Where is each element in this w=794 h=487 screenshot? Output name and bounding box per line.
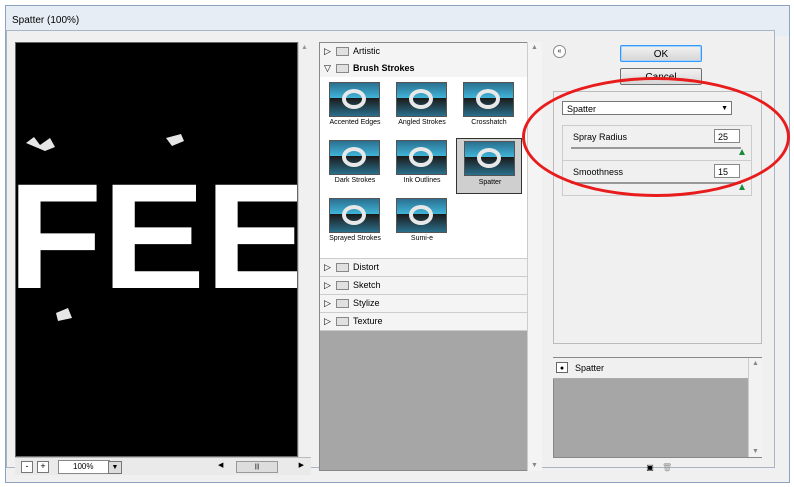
- expand-triangle-icon[interactable]: ▷: [324, 46, 331, 57]
- category-label: Distort: [353, 262, 380, 272]
- expand-triangle-icon[interactable]: ▷: [324, 316, 331, 327]
- expand-triangle-icon[interactable]: ▷: [324, 298, 331, 309]
- effect-layer-label: Spatter: [575, 363, 605, 373]
- preview-text: FEE: [16, 152, 298, 320]
- filter-thumb-accented-edges[interactable]: Accented Edges: [324, 82, 386, 132]
- filter-thumb-dark-strokes[interactable]: Dark Strokes: [324, 140, 386, 190]
- filter-preview-image: [396, 198, 447, 233]
- category-label: Sketch: [353, 280, 381, 290]
- category-label: Stylize: [353, 298, 380, 308]
- new-effect-layer-icon[interactable]: ▣: [645, 463, 655, 473]
- scroll-up-arrow-icon[interactable]: ▲: [752, 360, 759, 367]
- preview-canvas[interactable]: FEE: [15, 42, 298, 457]
- filter-thumb-sumi-e[interactable]: Sumi-e: [391, 198, 453, 248]
- layers-scrollbar[interactable]: ▲ ▼: [748, 358, 763, 457]
- zoom-in-button[interactable]: +: [37, 461, 49, 473]
- category-artistic[interactable]: ▷ Artistic: [320, 43, 527, 61]
- filter-thumb-label: Sumi-e: [410, 235, 434, 242]
- preview-image: FEE: [16, 43, 298, 456]
- filter-thumb-label: Crosshatch: [471, 119, 507, 126]
- zoom-level-field[interactable]: 100%: [58, 460, 110, 474]
- scroll-up-arrow-icon[interactable]: ▲: [301, 44, 308, 51]
- scroll-down-arrow-icon[interactable]: ▼: [531, 462, 538, 469]
- window-title: Spatter (100%): [12, 15, 80, 26]
- filter-thumb-spatter[interactable]: Spatter: [456, 138, 522, 194]
- collapse-triangle-icon[interactable]: ▽: [324, 63, 331, 74]
- folder-icon: [336, 64, 349, 73]
- category-label: Brush Strokes: [353, 63, 415, 73]
- filter-thumb-label: Spatter: [478, 179, 502, 186]
- ok-button[interactable]: OK: [620, 45, 702, 62]
- filter-preview-image: [329, 82, 380, 117]
- filter-thumb-label: Dark Strokes: [334, 177, 376, 184]
- filter-preview-image: [329, 198, 380, 233]
- filter-preview-image: [463, 82, 514, 117]
- category-sketch[interactable]: ▷ Sketch: [320, 277, 527, 295]
- filter-thumb-label: Angled Strokes: [398, 119, 446, 126]
- category-label: Texture: [353, 316, 383, 326]
- delete-effect-layer-icon[interactable]: 🗑: [662, 463, 672, 473]
- expand-triangle-icon[interactable]: ▷: [324, 262, 331, 273]
- filter-thumb-angled-strokes[interactable]: Angled Strokes: [391, 82, 453, 132]
- preview-toolbar: - + 100% ▼ ◀ ||| ▶: [15, 457, 311, 475]
- zoom-out-button[interactable]: -: [21, 461, 33, 473]
- category-stylize[interactable]: ▷ Stylize: [320, 295, 527, 313]
- scroll-right-arrow-icon[interactable]: ▶: [299, 461, 304, 469]
- expand-triangle-icon[interactable]: ▷: [324, 280, 331, 291]
- filter-thumb-crosshatch[interactable]: Crosshatch: [458, 82, 520, 132]
- slider-knob-icon[interactable]: [739, 184, 745, 190]
- category-texture[interactable]: ▷ Texture: [320, 313, 527, 331]
- category-distort[interactable]: ▷ Distort: [320, 259, 527, 277]
- collapse-gallery-button[interactable]: «: [553, 45, 566, 58]
- folder-icon: [336, 281, 349, 290]
- category-brush-strokes[interactable]: ▽ Brush Strokes: [320, 60, 527, 78]
- scroll-up-arrow-icon[interactable]: ▲: [531, 44, 538, 51]
- zoom-dropdown-icon[interactable]: ▼: [108, 461, 122, 474]
- filter-preview-image: [396, 140, 447, 175]
- scroll-down-arrow-icon[interactable]: ▼: [752, 448, 759, 455]
- preview-vertical-scrollbar[interactable]: ▲: [298, 42, 312, 457]
- folder-icon: [336, 299, 349, 308]
- filter-thumb-label: Sprayed Strokes: [329, 235, 381, 242]
- filter-preview-image: [396, 82, 447, 117]
- filter-thumb-ink-outlines[interactable]: Ink Outlines: [391, 140, 453, 190]
- filter-preview-image: [329, 140, 380, 175]
- folder-icon: [336, 317, 349, 326]
- filter-thumb-label: Ink Outlines: [403, 177, 441, 184]
- filter-preview-image: [464, 141, 515, 176]
- effect-layer-row[interactable]: ● Spatter: [553, 358, 748, 379]
- preview-horizontal-scrollbar[interactable]: ◀ ||| ▶: [218, 461, 304, 473]
- filter-thumb-sprayed-strokes[interactable]: Sprayed Strokes: [324, 198, 386, 248]
- scroll-left-arrow-icon[interactable]: ◀: [218, 461, 223, 469]
- folder-icon: [336, 47, 349, 56]
- category-label: Artistic: [353, 46, 380, 56]
- filter-thumb-label: Accented Edges: [329, 119, 381, 126]
- visibility-eye-icon[interactable]: ●: [556, 362, 568, 373]
- folder-icon: [336, 263, 349, 272]
- annotation-ellipse: [522, 77, 790, 197]
- brush-strokes-thumbnails: Accented Edges Angled Strokes Crosshatch…: [320, 77, 527, 259]
- scrollbar-thumb[interactable]: |||: [236, 461, 278, 473]
